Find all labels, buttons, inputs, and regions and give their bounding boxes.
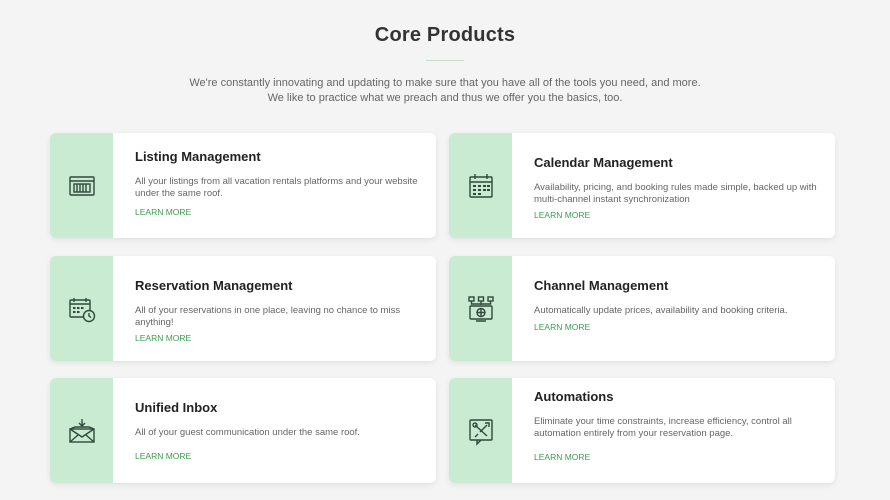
product-description: All your listings from all vacation rent… (135, 176, 418, 199)
listing-icon (68, 175, 95, 196)
product-description: Automatically update prices, availabilit… (534, 305, 788, 316)
intro-line-2: We like to practice what we preach and t… (267, 92, 623, 104)
product-title: Listing Management (135, 149, 261, 164)
inbox-envelope-icon (68, 418, 95, 443)
learn-more-link-unified-inbox[interactable]: LEARN MORE (135, 451, 191, 461)
product-card-reservation-management: Reservation Management All of your reser… (50, 256, 436, 361)
product-title: Automations (534, 389, 614, 404)
icon-panel (449, 133, 512, 238)
product-card-automations: Automations Eliminate your time constrai… (449, 378, 835, 483)
tools-icon (468, 418, 493, 446)
icon-panel (50, 133, 113, 238)
product-card-calendar-management: Calendar Management Availability, pricin… (449, 133, 835, 238)
icon-panel (449, 256, 512, 361)
icon-panel (449, 378, 512, 483)
calendar-clock-icon (68, 297, 95, 322)
product-card-listing-management: Listing Management All your listings fro… (50, 133, 436, 238)
product-title: Channel Management (534, 278, 669, 293)
product-title: Unified Inbox (135, 400, 218, 415)
calendar-icon (468, 173, 493, 198)
channel-network-icon (467, 295, 494, 322)
learn-more-link-calendar-management[interactable]: LEARN MORE (534, 210, 590, 220)
icon-panel (50, 378, 113, 483)
title-divider (426, 60, 464, 61)
product-card-unified-inbox: Unified Inbox All of your guest communic… (50, 378, 436, 483)
product-title: Reservation Management (135, 278, 293, 293)
learn-more-link-channel-management[interactable]: LEARN MORE (534, 322, 590, 332)
product-title: Calendar Management (534, 155, 673, 170)
learn-more-link-reservation-management[interactable]: LEARN MORE (135, 333, 191, 343)
intro-line-1: We're constantly innovating and updating… (189, 77, 701, 89)
product-card-channel-management: Channel Management Automatically update … (449, 256, 835, 361)
product-description: All of your reservations in one place, l… (135, 305, 401, 328)
product-description: All of your guest communication under th… (135, 427, 360, 438)
learn-more-link-automations[interactable]: LEARN MORE (534, 452, 590, 462)
learn-more-link-listing-management[interactable]: LEARN MORE (135, 207, 191, 217)
intro-text: We're constantly innovating and updating… (0, 76, 890, 106)
icon-panel (50, 256, 113, 361)
product-description: Eliminate your time constraints, increas… (534, 416, 792, 439)
product-description: Availability, pricing, and booking rules… (534, 182, 817, 205)
page-title: Core Products (374, 24, 516, 46)
